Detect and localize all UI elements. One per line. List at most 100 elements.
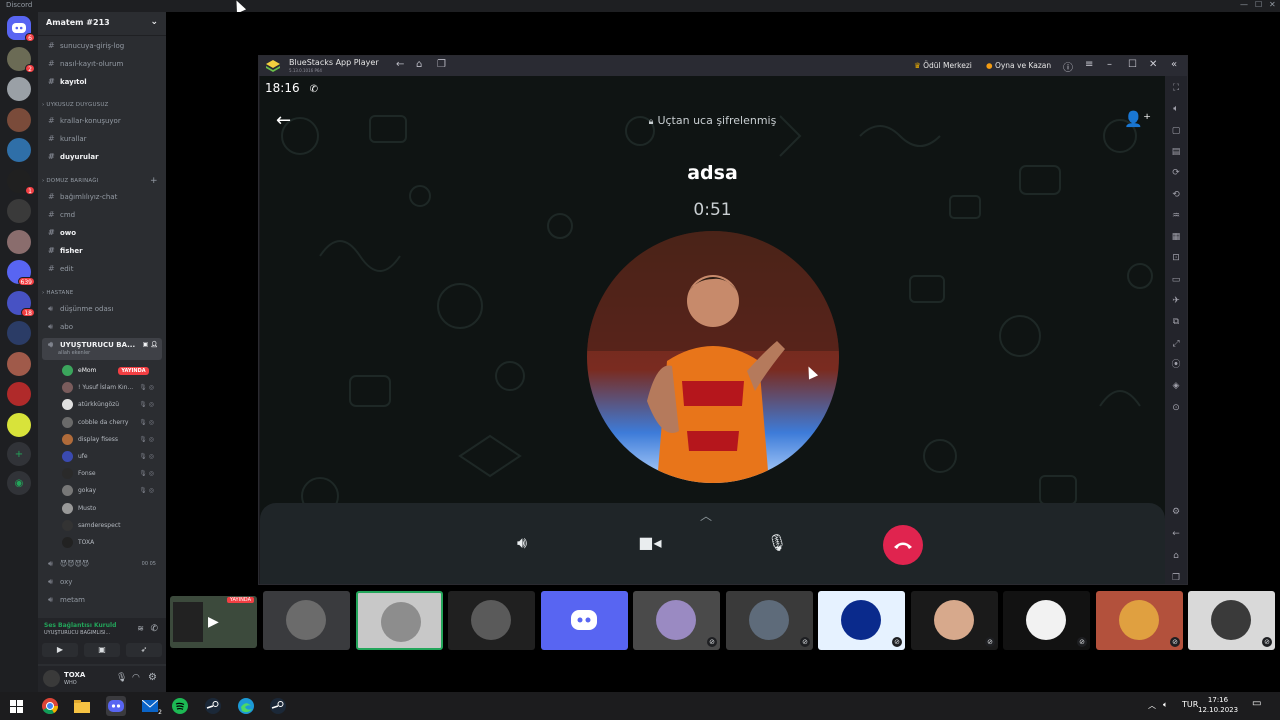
channel-item[interactable]: # fisher — [38, 244, 166, 258]
steam-icon[interactable] — [203, 696, 223, 716]
mail-icon[interactable]: 2 — [140, 696, 162, 716]
user-tile-11[interactable]: ⊘ — [1188, 591, 1275, 650]
spotify-icon[interactable] — [170, 696, 190, 716]
minimize-button[interactable]: — — [1240, 0, 1248, 9]
expand-handle-icon[interactable]: ︿ — [700, 507, 712, 524]
location-icon[interactable]: ⦿ — [1170, 359, 1182, 371]
windows-start-icon[interactable] — [6, 696, 26, 716]
user-tile-3[interactable] — [448, 591, 535, 650]
server-icon[interactable]: 1 — [7, 168, 35, 195]
recent-apps-icon[interactable]: ❐ — [437, 59, 446, 70]
maximize-button[interactable]: ☐ — [1255, 0, 1262, 9]
server-icon[interactable]: 639 — [7, 260, 35, 286]
voice-user[interactable]: display fisess 🎙︎ ◎ — [62, 432, 162, 448]
channel-category[interactable]: › HASTANE — [42, 290, 73, 296]
clock[interactable]: 17:16 12.10.2023 — [1198, 695, 1238, 715]
collapse-sidebar-icon[interactable]: « — [1171, 59, 1177, 70]
copy-icon[interactable]: ⧉ — [1170, 316, 1182, 328]
voice-user[interactable]: TOXA — [62, 535, 162, 551]
server-icon[interactable] — [7, 382, 31, 406]
add-participant-icon[interactable]: 👤⁺ — [1124, 110, 1151, 128]
stream-preview[interactable]: ▶ YAYINDA — [170, 596, 257, 648]
back-arrow-icon[interactable]: ← — [396, 59, 404, 70]
tray-overflow-icon[interactable]: ︿ — [1148, 700, 1156, 711]
help-icon[interactable]: ⓘ — [1063, 59, 1073, 74]
close-button[interactable]: ✕ — [1269, 0, 1276, 9]
headphones-icon[interactable]: ◠ — [132, 673, 140, 683]
user-tile-6[interactable]: ⊘ — [726, 591, 813, 650]
chrome-icon[interactable] — [40, 696, 60, 716]
eco-mode-icon[interactable]: ⊙ — [1170, 402, 1182, 414]
user-tile-7[interactable]: ⊘ — [818, 591, 905, 650]
file-explorer-icon[interactable] — [72, 696, 92, 716]
video-camera-icon[interactable]: ■◂ — [635, 533, 665, 552]
layers-icon[interactable]: ◈ — [1170, 380, 1182, 392]
folder-icon[interactable]: ▭ — [1170, 274, 1182, 286]
channel-category[interactable]: › DOMUZ BARINAĞI + — [42, 176, 158, 186]
channel-item[interactable]: # cmd — [38, 208, 166, 222]
user-tile-2[interactable] — [356, 591, 443, 650]
settings-gear-icon[interactable]: ⚙ — [148, 672, 157, 683]
microphone-icon[interactable]: 🎙 — [116, 673, 127, 683]
home-icon[interactable]: ⌂ — [1170, 550, 1182, 562]
recents-icon[interactable]: ❐ — [1170, 572, 1182, 584]
server-icon[interactable] — [7, 138, 31, 162]
user-tile-8[interactable]: ⊘ — [911, 591, 998, 650]
channel-item[interactable]: # kurallar — [38, 132, 166, 146]
voice-channel-name[interactable]: UYUŞTURUCU BAĞIMLISI... — [44, 630, 110, 636]
voice-user[interactable]: eMom YAYINDA — [62, 363, 162, 379]
camera-button[interactable]: ▶ — [42, 643, 78, 657]
voice-user[interactable]: samderespect — [62, 518, 162, 534]
keyboard-icon[interactable]: ▢ — [1170, 125, 1182, 137]
voice-user[interactable]: ! Yusuf İslam Kın... 🎙︎ ◎ — [62, 380, 162, 396]
server-icon[interactable]: 2 — [7, 46, 35, 73]
channel-item[interactable]: # duyurular — [38, 150, 166, 164]
user-tile-4[interactable] — [541, 591, 628, 650]
voice-user[interactable]: Fonse 🎙︎ ◎ — [62, 466, 162, 482]
play-and-win-button[interactable]: ● Oyna ve Kazan — [986, 61, 1051, 70]
channel-item[interactable]: # sunucuya-giriş-log — [38, 39, 166, 53]
channel-item[interactable]: # bağımlılıyız-chat — [38, 190, 166, 204]
server-icon[interactable] — [7, 321, 31, 345]
resize-icon[interactable]: ⤢ — [1170, 338, 1182, 350]
server-icon[interactable] — [7, 107, 31, 132]
fullscreen-icon[interactable]: ⛶ — [1170, 82, 1182, 94]
channel-item[interactable]: 🔊︎ metam — [38, 593, 166, 607]
voice-user[interactable]: Musto — [62, 501, 162, 517]
volume-icon[interactable]: 🔈︎ — [1170, 103, 1182, 115]
noise-suppression-icon[interactable]: ≋ — [137, 624, 144, 633]
server-icon[interactable] — [7, 351, 31, 376]
server-icon[interactable] — [7, 199, 31, 223]
voice-user[interactable]: ufe 🎙︎ ◎ — [62, 449, 162, 465]
user-tile-1[interactable] — [263, 591, 350, 650]
close-icon[interactable]: ✕ — [1149, 59, 1157, 70]
steam-icon-2[interactable] — [268, 696, 288, 716]
maximize-icon[interactable]: ☐ — [1128, 59, 1137, 70]
discord-taskbar-icon[interactable] — [106, 696, 126, 716]
channel-item[interactable]: 🔊︎ 😈😈😈😈 00 05 — [38, 557, 166, 571]
edge-icon[interactable] — [236, 696, 256, 716]
reward-center-button[interactable]: ♛ Ödül Merkezi — [914, 61, 972, 70]
disconnect-icon[interactable]: ✆ — [150, 624, 158, 634]
add-server-icon[interactable]: + — [7, 442, 31, 466]
server-icon[interactable]: 6 — [7, 16, 35, 42]
user-tile-9[interactable]: ⊘ — [1003, 591, 1090, 650]
server-icon[interactable] — [7, 229, 31, 254]
voice-user[interactable]: atürkküngözü 🎙︎ ◎ — [62, 397, 162, 413]
language-indicator[interactable]: TUR — [1182, 700, 1198, 709]
server-icon[interactable] — [7, 77, 31, 101]
activity-button[interactable]: ➶ — [126, 643, 162, 657]
explore-icon[interactable]: ◉ — [7, 471, 31, 495]
channel-item[interactable]: # nasıl-kayıt-olurum — [38, 57, 166, 71]
sync-icon[interactable]: ⟲ — [1170, 189, 1182, 201]
user-tile-10[interactable]: ⊘ — [1096, 591, 1183, 650]
guild-header[interactable]: Amatem #213 ⌄ — [38, 12, 166, 36]
settings-gear-icon[interactable]: ⚙ — [1170, 506, 1182, 518]
channel-item[interactable]: # edit — [38, 262, 166, 276]
channel-category[interactable]: › UYKUSUZ DUYGUSUZ — [42, 102, 108, 108]
voice-user[interactable]: gokay 🎙︎ ◎ — [62, 483, 162, 499]
avatar[interactable] — [43, 670, 60, 687]
back-icon[interactable]: ← — [1170, 528, 1182, 540]
menu-icon[interactable]: ≡ — [1085, 59, 1093, 70]
server-icon[interactable] — [7, 412, 31, 437]
